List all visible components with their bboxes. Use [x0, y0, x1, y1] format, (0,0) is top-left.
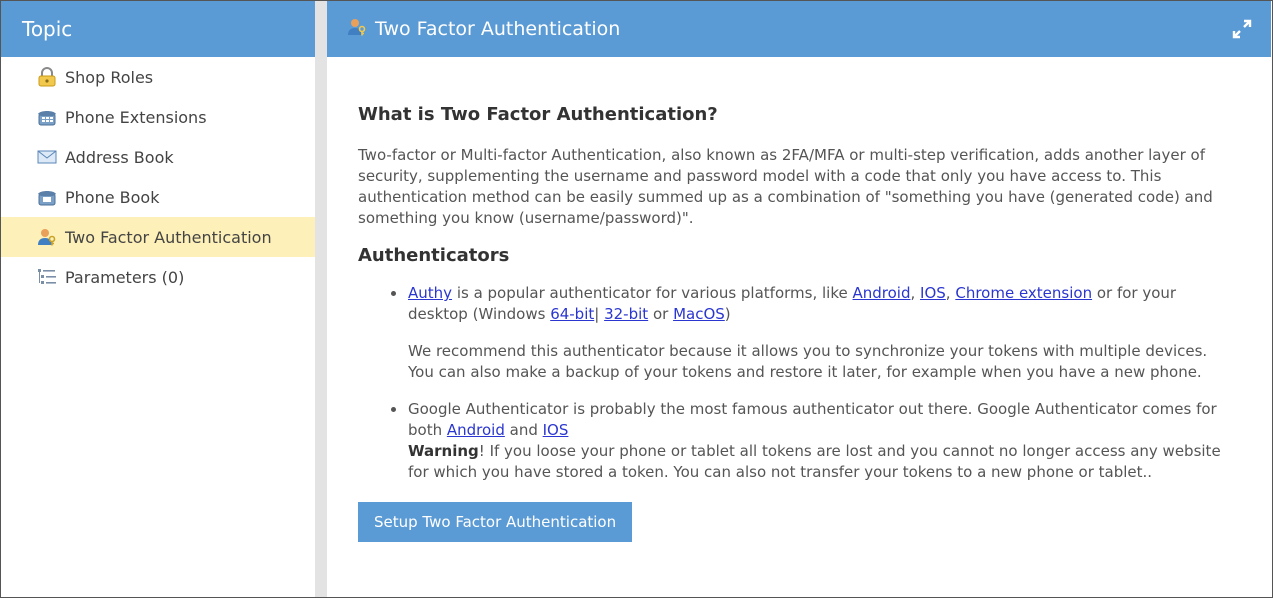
sidebar-item-label: Phone Book	[65, 187, 160, 207]
google-android-link[interactable]: Android	[447, 421, 505, 439]
authy-ios-link[interactable]: IOS	[920, 284, 946, 302]
authy-win32-link[interactable]: 32-bit	[604, 305, 648, 323]
sidebar-item-address-book[interactable]: Address Book	[1, 137, 315, 177]
page-heading: What is Two Factor Authentication?	[358, 104, 718, 125]
topic-list: Shop Roles Phone Extensions Address Book…	[1, 57, 315, 297]
authy-description: Authy is a popular authenticator for var…	[408, 284, 1177, 323]
authy-chrome-link[interactable]: Chrome extension	[955, 284, 1092, 302]
sidebar-item-label: Parameters (0)	[65, 267, 185, 287]
sidebar-item-label: Phone Extensions	[65, 107, 207, 127]
google-warning: Warning! If you loose your phone or tabl…	[408, 442, 1221, 481]
sidebar-item-parameters[interactable]: Parameters (0)	[1, 257, 315, 297]
google-ios-link[interactable]: IOS	[543, 421, 569, 439]
authy-win64-link[interactable]: 64-bit	[550, 305, 594, 323]
user-key-icon	[347, 17, 367, 41]
authy-recommendation: We recommend this authenticator because …	[408, 342, 1208, 381]
lock-icon	[36, 66, 58, 88]
sidebar-item-shop-roles[interactable]: Shop Roles	[1, 57, 315, 97]
sidebar-item-label: Address Book	[65, 147, 174, 167]
authy-macos-link[interactable]: MacOS	[673, 305, 725, 323]
authenticator-list: Authy is a popular authenticator for var…	[358, 283, 1241, 483]
expand-icon[interactable]	[1231, 18, 1253, 40]
list-item: Google Authenticator is probably the mos…	[389, 399, 1229, 483]
list-item: Authy is a popular authenticator for var…	[389, 283, 1229, 383]
authy-android-link[interactable]: Android	[852, 284, 910, 302]
topic-sidebar: Topic Shop Roles Phone Extensions Addres…	[1, 1, 315, 597]
envelope-icon	[36, 146, 58, 168]
splitter[interactable]	[315, 1, 327, 597]
sidebar-item-label: Shop Roles	[65, 67, 154, 87]
warning-label: Warning	[408, 442, 479, 460]
list-icon	[36, 266, 58, 288]
content-panel: Two Factor Authentication What is Two Fa…	[327, 1, 1271, 597]
authy-link[interactable]: Authy	[408, 284, 452, 302]
phone-icon	[36, 186, 58, 208]
sidebar-item-two-factor-authentication[interactable]: Two Factor Authentication	[1, 217, 315, 257]
panel-header: Two Factor Authentication	[327, 1, 1271, 57]
authenticators-heading: Authenticators	[358, 245, 510, 266]
article: What is Two Factor Authentication? Two-f…	[327, 57, 1271, 542]
sidebar-item-phone-book[interactable]: Phone Book	[1, 177, 315, 217]
sidebar-title: Topic	[1, 1, 315, 57]
phone-extension-icon	[36, 106, 58, 128]
setup-two-factor-button[interactable]: Setup Two Factor Authentication	[358, 502, 633, 542]
sidebar-item-label: Two Factor Authentication	[65, 227, 272, 247]
panel-title: Two Factor Authentication	[375, 18, 621, 40]
intro-paragraph: Two-factor or Multi-factor Authenticatio…	[358, 146, 1213, 227]
sidebar-item-phone-extensions[interactable]: Phone Extensions	[1, 97, 315, 137]
google-description: Google Authenticator is probably the mos…	[408, 400, 1217, 439]
user-key-icon	[36, 226, 58, 248]
